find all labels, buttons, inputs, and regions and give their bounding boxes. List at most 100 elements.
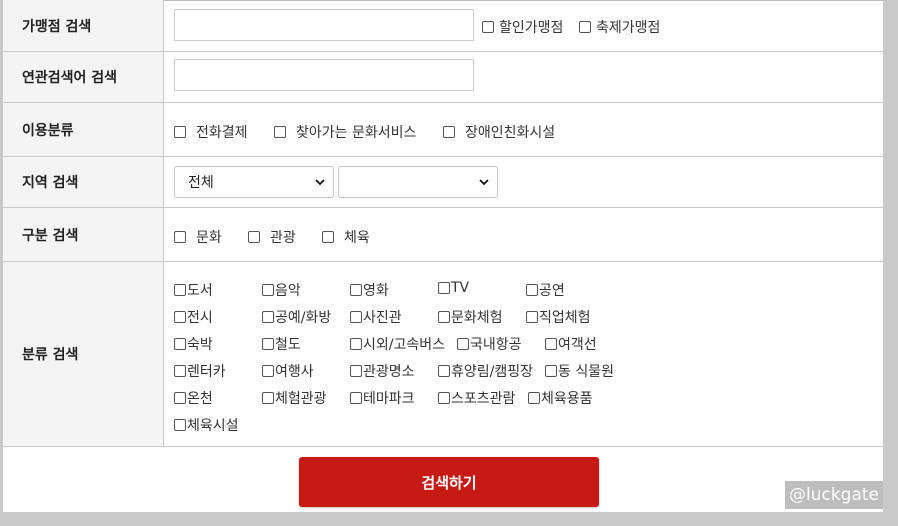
checkbox-label: 스포츠관람 (451, 391, 516, 407)
checkbox-books[interactable]: 도서 (174, 280, 213, 300)
checkbox-tourism[interactable]: 관광 (248, 227, 296, 247)
checkbox-theme-park[interactable]: 테마파크 (350, 388, 415, 408)
checkbox-label: 체육시설 (187, 418, 239, 434)
checkbox-box[interactable] (322, 231, 334, 243)
checkbox-box[interactable] (526, 311, 538, 323)
checkbox-photo-studio[interactable]: 사진관 (350, 307, 402, 327)
checkbox-label: 여객선 (558, 337, 597, 353)
checkbox-box[interactable] (174, 126, 186, 138)
checkbox-box[interactable] (350, 365, 362, 377)
checkbox-label: 테마파크 (363, 391, 415, 407)
checkbox-lodging[interactable]: 숙박 (174, 334, 213, 354)
checkbox-label: 사진관 (363, 310, 402, 326)
checkbox-box[interactable] (262, 338, 274, 350)
checkbox-music[interactable]: 음악 (262, 280, 301, 300)
related-search-input[interactable] (174, 59, 474, 91)
checkbox-box[interactable] (545, 365, 557, 377)
checkbox-box[interactable] (274, 126, 286, 138)
checkbox-box[interactable] (482, 21, 494, 33)
checkbox-box[interactable] (262, 365, 274, 377)
checkbox-culture[interactable]: 문화 (174, 227, 222, 247)
checkbox-festival-store[interactable]: 축제가맹점 (579, 17, 660, 37)
checkbox-label: 동 식물원 (558, 364, 614, 380)
checkbox-box[interactable] (262, 392, 274, 404)
checkbox-tv[interactable]: TV (438, 280, 469, 296)
checkbox-box[interactable] (174, 365, 186, 377)
checkbox-tourist-attraction[interactable]: 관광명소 (350, 361, 415, 381)
checkbox-hot-spring[interactable]: 온천 (174, 388, 213, 408)
checkbox-movie[interactable]: 영화 (350, 280, 389, 300)
checkbox-box[interactable] (443, 126, 455, 138)
checkbox-visiting-culture-service[interactable]: 찾아가는 문화서비스 (274, 122, 416, 142)
checkbox-box[interactable] (350, 338, 362, 350)
checkbox-domestic-airline[interactable]: 국내항공 (457, 334, 522, 354)
checkbox-box[interactable] (457, 338, 469, 350)
checkbox-label: 여행사 (275, 364, 314, 380)
checkbox-label: 관광명소 (363, 364, 415, 380)
checkbox-box[interactable] (579, 21, 591, 33)
checkbox-label: 찾아가는 문화서비스 (296, 125, 417, 141)
checkbox-sports[interactable]: 체육 (322, 227, 370, 247)
checkbox-ferry[interactable]: 여객선 (545, 334, 597, 354)
checkbox-accessible-facility[interactable]: 장애인친화시설 (443, 122, 555, 142)
checkbox-label: 영화 (363, 283, 389, 299)
checkbox-performance[interactable]: 공연 (526, 280, 565, 300)
checkbox-label: 축제가맹점 (596, 20, 661, 36)
search-button[interactable]: 검색하기 (299, 457, 599, 507)
checkbox-sports-goods[interactable]: 체육용품 (528, 388, 593, 408)
checkbox-zoo-botanical[interactable]: 동 식물원 (545, 361, 614, 381)
label-region-search: 지역 검색 (3, 157, 164, 207)
checkbox-label: 체육용품 (541, 391, 593, 407)
checkbox-box[interactable] (350, 311, 362, 323)
checkbox-forest-camping[interactable]: 휴양림/캠핑장 (438, 361, 533, 381)
checkbox-label: 도서 (187, 283, 213, 299)
checkbox-box[interactable] (248, 231, 260, 243)
row-usage-category: 이용분류 전화결제 찾아가는 문화서비스 장애인친화시설 (3, 103, 883, 157)
checkbox-box[interactable] (438, 392, 450, 404)
checkbox-box[interactable] (174, 311, 186, 323)
checkbox-box[interactable] (262, 311, 274, 323)
checkbox-sports-viewing[interactable]: 스포츠관람 (438, 388, 515, 408)
checkbox-rental-car[interactable]: 렌터카 (174, 361, 226, 381)
checkbox-box[interactable] (438, 311, 450, 323)
row-related-search: 연관검색어 검색 (3, 52, 883, 103)
checkbox-culture-experience[interactable]: 문화체험 (438, 307, 503, 327)
checkbox-experience-tourism[interactable]: 체험관광 (262, 388, 327, 408)
checkbox-box[interactable] (350, 392, 362, 404)
checkbox-exhibition[interactable]: 전시 (174, 307, 213, 327)
checkbox-railway[interactable]: 철도 (262, 334, 301, 354)
label-usage-category: 이용분류 (3, 103, 164, 156)
checkbox-sports-facility[interactable]: 체육시설 (174, 415, 239, 435)
label-class-search: 분류 검색 (3, 262, 164, 446)
checkbox-discount-store[interactable]: 할인가맹점 (482, 17, 563, 37)
checkbox-label: 시외/고속버스 (363, 337, 445, 353)
checkbox-box[interactable] (174, 284, 186, 296)
checkbox-travel-agency[interactable]: 여행사 (262, 361, 314, 381)
checkbox-job-experience[interactable]: 직업체험 (526, 307, 591, 327)
store-search-input[interactable] (174, 9, 474, 41)
checkbox-box[interactable] (174, 338, 186, 350)
region-select-primary[interactable]: 전체 (174, 166, 334, 198)
checkbox-box[interactable] (438, 282, 450, 294)
checkbox-intercity-express-bus[interactable]: 시외/고속버스 (350, 334, 445, 354)
checkbox-label: 할인가맹점 (499, 20, 564, 36)
checkbox-label: TV (451, 280, 470, 296)
checkbox-box[interactable] (526, 284, 538, 296)
checkbox-label: 공예/화방 (275, 310, 332, 326)
checkbox-crafts-art-supplies[interactable]: 공예/화방 (262, 307, 331, 327)
checkbox-label: 휴양림/캠핑장 (451, 364, 533, 380)
region-select-secondary[interactable] (338, 166, 498, 198)
checkbox-label: 철도 (275, 337, 301, 353)
checkbox-box[interactable] (174, 231, 186, 243)
row-class-search: 분류 검색 도서 음악 영화 TV 공연전시 공예/화방 사진관 문화체험 직업체험숙박 철도 시외… (3, 262, 883, 447)
checkbox-box[interactable] (174, 392, 186, 404)
checkbox-box[interactable] (545, 338, 557, 350)
checkbox-box[interactable] (438, 365, 450, 377)
checkbox-phone-payment[interactable]: 전화결제 (174, 122, 248, 142)
checkbox-box[interactable] (174, 419, 186, 431)
checkbox-label: 전화결제 (196, 125, 248, 141)
checkbox-box[interactable] (262, 284, 274, 296)
checkbox-label: 공연 (539, 283, 565, 299)
checkbox-box[interactable] (350, 284, 362, 296)
checkbox-box[interactable] (528, 392, 540, 404)
